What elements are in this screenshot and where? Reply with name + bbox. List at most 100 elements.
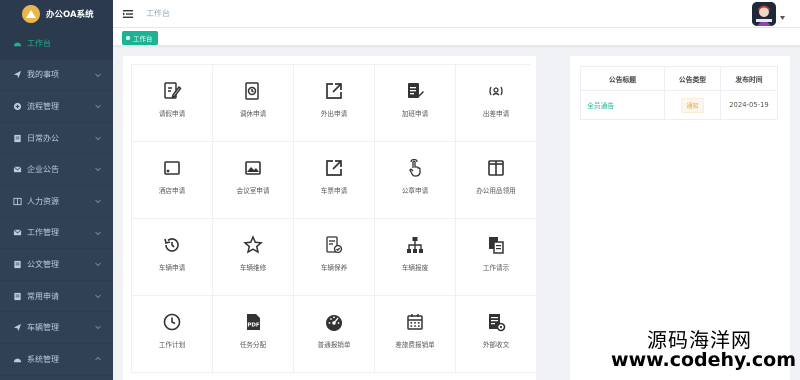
copy-icon xyxy=(486,235,506,255)
quick-app-label: 加班申请 xyxy=(401,110,429,118)
sidebar-item-label: 工作台 xyxy=(27,38,51,48)
clock-document-icon xyxy=(243,81,263,101)
app-logo[interactable]: 办公OA系统 xyxy=(0,0,113,28)
quick-app-item[interactable]: 会议室申请 xyxy=(213,142,294,219)
sidebar-item[interactable]: 工作管理 xyxy=(0,218,113,250)
hamburger-icon[interactable] xyxy=(122,8,134,20)
chevron-down-icon xyxy=(95,294,101,298)
sidebar-item[interactable]: 日常办公 xyxy=(0,123,113,155)
external-link-icon xyxy=(324,158,344,178)
sidebar-item-label: 我的事项 xyxy=(27,70,59,80)
column-header-title: 公告标题 xyxy=(580,66,665,91)
external-link-icon xyxy=(324,81,344,101)
hand-pointer-icon xyxy=(405,158,425,178)
sidebar-item-label: 流程管理 xyxy=(27,101,59,111)
sidebar-item-label: 企业公告 xyxy=(27,165,59,175)
chevron-down-icon xyxy=(95,136,101,140)
chevron-down-icon xyxy=(95,326,101,330)
tablet-icon xyxy=(162,158,182,178)
quick-app-label: 调休申请 xyxy=(239,110,267,118)
document-pen-icon xyxy=(405,81,425,101)
breadcrumb[interactable]: 工作台 xyxy=(146,8,170,19)
quick-apps-grid: 请假申请 调休申请 外出申请 加班申请 出差申请酒店申请 会议室申请 车票申请 公章申请 办公用… xyxy=(131,64,537,373)
quick-app-label: 车辆申请 xyxy=(158,264,186,272)
sidebar-item[interactable]: 流程管理 xyxy=(0,91,113,123)
quick-app-item[interactable]: 外部收文 xyxy=(456,296,537,373)
logo-icon xyxy=(22,5,40,23)
dashboard-icon xyxy=(12,354,22,364)
quick-app-item[interactable]: 差旅费报销单 xyxy=(375,296,456,373)
quick-app-label: 出差申请 xyxy=(482,110,510,118)
quick-app-label: 公章申请 xyxy=(401,187,429,195)
document-icon xyxy=(12,259,22,269)
quick-app-label: 会议室申请 xyxy=(236,187,270,195)
clock-icon xyxy=(162,312,182,332)
quick-app-item[interactable]: 办公用品领用 xyxy=(456,142,537,219)
quick-app-label: 酒店申请 xyxy=(158,187,186,195)
tag-workbench[interactable]: 工作台 xyxy=(122,31,158,45)
image-icon xyxy=(243,158,263,178)
person-signal-icon xyxy=(486,81,506,101)
quick-app-item[interactable]: 酒店申请 xyxy=(132,142,213,219)
quick-app-item[interactable]: 车辆申请 xyxy=(132,219,213,296)
user-avatar[interactable] xyxy=(752,2,776,26)
watermark-url: www.codehy.com xyxy=(611,349,796,371)
notice-table-header: 公告标题 公告类型 发布时间 xyxy=(580,66,778,91)
chevron-down-icon xyxy=(95,231,101,235)
quick-app-item[interactable]: 车辆保养 xyxy=(294,219,375,296)
doc-gear-icon xyxy=(486,312,506,332)
quick-app-item[interactable]: PDF 任务分配 xyxy=(213,296,294,373)
flow-icon xyxy=(12,101,22,111)
sidebar-item[interactable]: 我的事项 xyxy=(0,60,113,92)
quick-app-item[interactable]: 请假申请 xyxy=(132,65,213,142)
calendar-icon xyxy=(405,312,425,332)
notice-type-cell: 通知 xyxy=(664,90,721,120)
sidebar-item[interactable]: 车辆管理 xyxy=(0,312,113,344)
app-title: 办公OA系统 xyxy=(46,10,94,20)
sidebar-item-label: 工作管理 xyxy=(27,228,59,238)
svg-text:PDF: PDF xyxy=(247,323,260,329)
sidebar-item[interactable]: 常用申请 xyxy=(0,281,113,313)
sidebar-item[interactable]: 企业公告 xyxy=(0,154,113,186)
star-icon xyxy=(243,235,263,255)
quick-app-item[interactable]: 车票申请 xyxy=(294,142,375,219)
sidebar-item-label: 车辆管理 xyxy=(27,323,59,333)
notice-type-badge: 通知 xyxy=(681,97,704,113)
mail-icon xyxy=(12,165,22,175)
quick-app-item[interactable]: 车辆维修 xyxy=(213,219,294,296)
quick-app-item[interactable]: 加班申请 xyxy=(375,65,456,142)
document-icon xyxy=(12,291,22,301)
quick-app-item[interactable]: 调休申请 xyxy=(213,65,294,142)
sidebar-item[interactable]: 系统管理 xyxy=(0,344,113,376)
quick-app-item[interactable]: 工作计划 xyxy=(132,296,213,373)
columns-icon xyxy=(486,158,506,178)
tag-label: 工作台 xyxy=(133,35,153,43)
quick-app-item[interactable]: 外出申请 xyxy=(294,65,375,142)
notice-row[interactable]: 全员通告 通知 2024-05-19 xyxy=(580,90,778,120)
quick-app-item[interactable]: 车辆报废 xyxy=(375,219,456,296)
quick-app-item[interactable]: 普通报销单 xyxy=(294,296,375,373)
quick-app-item[interactable]: 出差申请 xyxy=(456,65,537,142)
quick-app-label: 外部收文 xyxy=(482,341,510,349)
quick-app-label: 车辆报废 xyxy=(401,264,429,272)
gauge-icon xyxy=(324,312,344,332)
chevron-down-icon xyxy=(95,168,101,172)
quick-apps-panel: 请假申请 调休申请 外出申请 加班申请 出差申请酒店申请 会议室申请 车票申请 公章申请 办公用… xyxy=(123,56,537,380)
tags-view: 工作台 xyxy=(113,28,800,46)
sidebar-item[interactable]: 公文管理 xyxy=(0,249,113,281)
notice-table: 公告标题 公告类型 发布时间 全员通告 通知 2024-05-19 xyxy=(580,66,778,120)
active-dot-icon xyxy=(126,36,130,40)
quick-app-label: 工作计划 xyxy=(158,341,186,349)
chevron-down-icon xyxy=(95,73,101,77)
quick-app-label: 工作请示 xyxy=(482,264,510,272)
quick-app-label: 车辆保养 xyxy=(320,264,348,272)
chevron-down-icon xyxy=(95,356,101,361)
quick-app-label: 外出申请 xyxy=(320,110,348,118)
sidebar-item[interactable]: 工作台 xyxy=(0,28,113,60)
notice-title-link[interactable]: 全员通告 xyxy=(580,90,665,120)
quick-app-item[interactable]: 公章申请 xyxy=(375,142,456,219)
document-check-icon xyxy=(324,235,344,255)
sidebar-item[interactable]: 人力资源 xyxy=(0,186,113,218)
caret-down-icon[interactable] xyxy=(780,16,785,20)
quick-app-item[interactable]: 工作请示 xyxy=(456,219,537,296)
